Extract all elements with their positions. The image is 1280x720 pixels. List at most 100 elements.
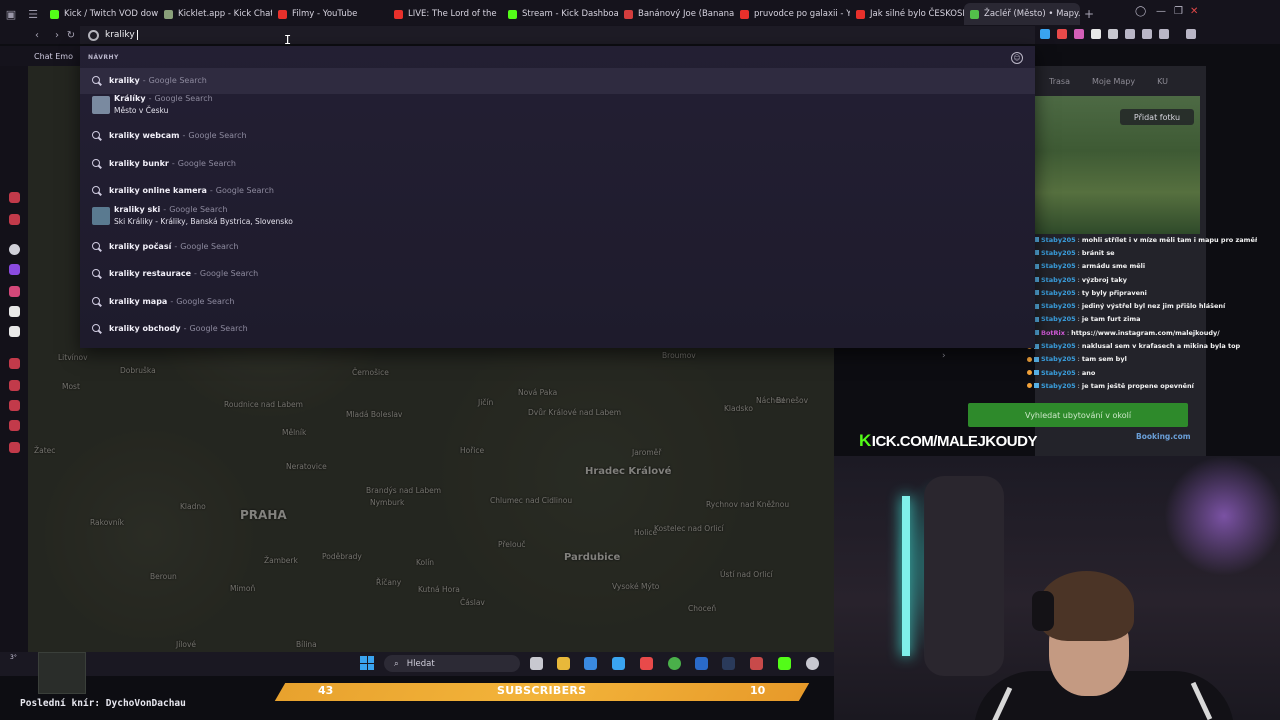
steam-icon[interactable] (722, 657, 735, 670)
suggestion-thumbnail (92, 207, 110, 225)
chat-message: Staby205: bránit se (1027, 246, 1257, 259)
suggestion-item[interactable]: kraliky restaurace - Google Search (80, 261, 1035, 287)
bookmark-chat-emo[interactable]: Chat Emo (34, 52, 73, 61)
x-icon[interactable] (9, 326, 20, 337)
tab-ceskoslovensko[interactable]: Jak silné bylo ČESKOSL (850, 3, 964, 25)
booking-link[interactable]: Booking.com (1136, 432, 1191, 441)
puzzle-icon[interactable] (1108, 29, 1118, 39)
text-caret (136, 30, 138, 40)
menu-icon[interactable] (1186, 29, 1196, 39)
tab-pruvodce-galaxii[interactable]: pruvodce po galaxii - Yo (734, 3, 850, 25)
sidebar-app-icon[interactable] (9, 358, 20, 369)
chat-colon: : (1077, 235, 1080, 244)
subscriber-avatar (38, 652, 86, 694)
obs-icon[interactable] (806, 657, 819, 670)
extension-icon[interactable] (1091, 29, 1101, 39)
suggestion-item[interactable]: kraliky mapa - Google Search (80, 289, 1035, 315)
new-tab-button[interactable]: + (1080, 3, 1098, 25)
chat-colon: : (1077, 342, 1080, 351)
chat-message: Staby205: je tam ještě propene opevnění (1027, 379, 1257, 392)
task-view-icon[interactable] (530, 657, 543, 670)
google-icon (88, 29, 99, 41)
chrome-icon[interactable] (668, 657, 681, 670)
suggestion-item[interactable]: kraliky obchody - Google Search (80, 316, 1035, 342)
profile-icon[interactable] (1125, 29, 1135, 39)
tab-label: Stream - Kick Dashboard (522, 9, 618, 19)
chat-colon: : (1077, 302, 1080, 311)
smiley-icon[interactable]: ☺ (1011, 52, 1023, 64)
tab-bananovy-joe[interactable]: Banánový Joe (Banana (618, 3, 734, 25)
sidebar-app-icon[interactable] (9, 420, 20, 431)
address-input[interactable]: kraliky (105, 30, 135, 40)
tab-kick-vod[interactable]: Kick / Twitch VOD downl (44, 3, 158, 25)
movie-icon (624, 9, 633, 19)
kick-icon[interactable] (778, 657, 791, 670)
suggestion-line: kraliky - Google Search (109, 75, 207, 87)
suggestion-source: Google Search (169, 205, 228, 214)
reload-icon[interactable]: ↻ (64, 28, 78, 42)
booking-search-button[interactable]: Vyhledat ubytování v okolí (968, 403, 1188, 427)
app-icon[interactable] (750, 657, 763, 670)
sidebar-app-icon[interactable] (9, 442, 20, 453)
weather-widget[interactable]: 3° (10, 654, 40, 672)
chat-message: Staby205: ty byly připraveni (1027, 286, 1257, 299)
chatgpt-icon[interactable] (9, 244, 20, 255)
tab-kicklet[interactable]: Kicklet.app - Kick Chatb (158, 3, 272, 25)
suggestion-item[interactable]: kraliky webcam - Google Search (80, 123, 1035, 149)
extension-icon[interactable] (1040, 29, 1050, 39)
edge-icon[interactable] (612, 657, 625, 670)
kick-channel-url: K ICK.COM/MALEJKOUDY (859, 430, 1037, 452)
windows-start-icon[interactable] (360, 656, 374, 670)
suggestion-item[interactable]: kraliky ski - Google Search Ski Králiky - K… (80, 201, 1035, 231)
tab-strip: ▣ ☰ Kick / Twitch VOD downl Kicklet.app … (0, 0, 1280, 28)
photoshop-icon[interactable] (695, 657, 708, 670)
suggestion-item[interactable]: kraliky počasí - Google Search (80, 234, 1035, 260)
suggestion-text: Králíky (114, 94, 146, 103)
chat-colon: : (1077, 262, 1080, 271)
tab-kick-dashboard[interactable]: Stream - Kick Dashboard (502, 3, 618, 25)
live-icon (394, 9, 403, 19)
chevron-right-icon[interactable]: › (942, 351, 946, 361)
address-bar[interactable]: kraliky (80, 26, 1035, 44)
extension-icon[interactable] (1074, 29, 1084, 39)
maximize-icon[interactable]: ❐ (1174, 6, 1183, 17)
file-explorer-icon[interactable] (557, 657, 570, 670)
route-button[interactable]: Trasa (1049, 77, 1070, 86)
tab-live-lotr[interactable]: LIVE: The Lord of the (388, 3, 502, 25)
minimize-icon[interactable]: — (1156, 6, 1166, 17)
separator: - (171, 159, 175, 168)
chat-message: Staby205: armádu sme měli (1027, 260, 1257, 273)
suggestion-text: kraliky počasí (109, 242, 172, 251)
sidebar-app-icon[interactable] (9, 380, 20, 391)
my-maps-button[interactable]: Moje Mapy (1092, 77, 1135, 86)
tab-menu-icon[interactable]: ☰ (22, 0, 44, 28)
search-tabs-icon[interactable]: ◯ (1135, 6, 1146, 17)
suggestion-content: kraliky bunkr - Google Search (109, 158, 236, 170)
sidebar-toggle-icon[interactable]: ▣ (0, 0, 22, 28)
ai-icon[interactable] (1159, 29, 1169, 39)
forward-icon[interactable]: › (50, 28, 64, 42)
opera-icon[interactable] (640, 657, 653, 670)
twitch-icon[interactable] (9, 264, 20, 275)
suggestion-source: Google Search (154, 94, 213, 103)
close-window-icon[interactable]: ✕ (1190, 6, 1198, 17)
add-photo-button[interactable]: Přidat fotku (1120, 109, 1194, 125)
tab-mapy-zacler[interactable]: Žacléř (Město) • Mapy.co ✕ (964, 3, 1080, 25)
search-icon (92, 76, 102, 86)
suggestion-line: kraliky webcam - Google Search (109, 130, 247, 142)
instagram-icon[interactable] (9, 286, 20, 297)
taskbar-search[interactable]: ⌕ Hledat (384, 655, 520, 672)
sidebar-app-icon[interactable] (9, 192, 20, 203)
suggestion-item[interactable]: Králíky - Google Search Město v Česku (80, 90, 1035, 120)
download-icon[interactable] (1142, 29, 1152, 39)
sidebar-app-icon[interactable] (9, 214, 20, 225)
extension-icon[interactable] (1057, 29, 1067, 39)
tab-youtube-filmy[interactable]: Filmy - YouTube (272, 3, 388, 25)
heart-icon[interactable] (9, 400, 20, 411)
user-avatar[interactable]: KU (1157, 77, 1168, 86)
suggestion-item[interactable]: kraliky bunkr - Google Search (80, 151, 1035, 177)
store-icon[interactable] (584, 657, 597, 670)
back-icon[interactable]: ‹ (30, 28, 44, 42)
tiktok-icon[interactable] (9, 306, 20, 317)
search-icon: ⌕ (394, 658, 399, 669)
